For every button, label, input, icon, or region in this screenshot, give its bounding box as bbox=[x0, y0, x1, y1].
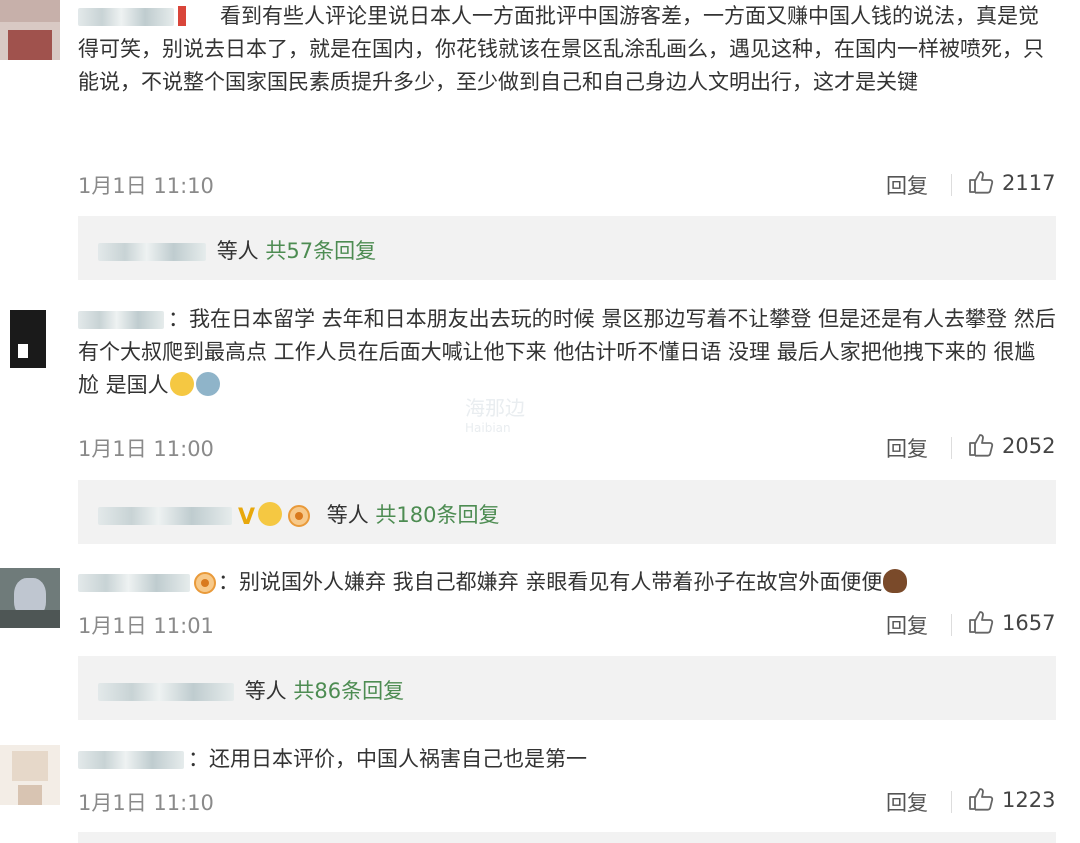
username-blurred[interactable] bbox=[78, 8, 174, 26]
username-blurred[interactable] bbox=[78, 751, 184, 769]
comment-meta: 1月1日 11:10 回复 1223 bbox=[78, 787, 1056, 817]
like-button[interactable]: 1223 bbox=[968, 787, 1055, 812]
user-badge bbox=[178, 6, 186, 26]
poop-emoji bbox=[883, 569, 908, 593]
thumbs-up-icon bbox=[969, 171, 994, 194]
comment-text: ：还用日本评价，中国人祸害自己也是第一 bbox=[188, 747, 587, 771]
reply-button[interactable]: 回复 bbox=[886, 787, 928, 817]
like-count: 2052 bbox=[1002, 434, 1056, 458]
comment-body: ：别说国外人嫌弃 我自己都嫌弃 亲眼看见有人带着孙子在故宫外面便便 bbox=[78, 566, 1056, 599]
reply-thread-partial[interactable] bbox=[78, 832, 1056, 843]
comment-text: 看到有些人评论里说日本人一方面批评中国游客差，一方面又赚中国人钱的说法，真是觉得… bbox=[78, 4, 1044, 94]
heart-eyes-emoji bbox=[258, 502, 283, 526]
avatar[interactable] bbox=[0, 745, 60, 805]
reply-button[interactable]: 回复 bbox=[886, 610, 928, 640]
username-blurred[interactable] bbox=[78, 574, 190, 592]
username-blurred[interactable] bbox=[78, 311, 164, 329]
divider bbox=[951, 614, 952, 636]
like-button[interactable]: 2052 bbox=[968, 433, 1055, 458]
reply-thread[interactable]: V 等人 共180条回复 bbox=[78, 480, 1056, 544]
child-emoji bbox=[195, 372, 220, 396]
v-badge-icon: V bbox=[238, 505, 256, 530]
like-count: 1223 bbox=[1002, 788, 1056, 812]
thumbs-up-icon bbox=[969, 788, 994, 811]
reply-count-link[interactable]: 共180条回复 bbox=[375, 503, 499, 527]
like-count: 1657 bbox=[1002, 611, 1056, 635]
watermark: 海那边 Haibian bbox=[465, 398, 525, 438]
comment-date: 1月1日 11:00 bbox=[78, 437, 214, 461]
thumbs-up-icon bbox=[969, 611, 994, 634]
comment-text: ：我在日本留学 去年和日本朋友出去玩的时候 景区那边写着不让攀登 但是还是有人去… bbox=[78, 307, 1056, 397]
like-button[interactable]: 1657 bbox=[968, 610, 1055, 635]
comment-date: 1月1日 11:10 bbox=[78, 174, 214, 198]
comment-body: ：我在日本留学 去年和日本朋友出去玩的时候 景区那边写着不让攀登 但是还是有人去… bbox=[78, 303, 1056, 402]
avatar[interactable] bbox=[0, 0, 60, 60]
reply-thread[interactable]: 等人 共57条回复 bbox=[78, 216, 1056, 280]
comment-date: 1月1日 11:10 bbox=[78, 791, 214, 815]
comment-meta: 1月1日 11:01 回复 1657 bbox=[78, 610, 1056, 640]
member-badge-icon bbox=[194, 572, 216, 594]
reply-suffix: 等人 bbox=[244, 679, 287, 703]
member-badge-icon bbox=[288, 505, 311, 527]
avatar[interactable] bbox=[0, 568, 60, 628]
reply-usernames-blurred bbox=[98, 507, 232, 525]
divider bbox=[951, 437, 952, 459]
like-button[interactable]: 2117 bbox=[968, 170, 1055, 195]
comment-meta: 1月1日 11:10 回复 2117 bbox=[78, 170, 1056, 200]
reply-count-link[interactable]: 共57条回复 bbox=[265, 239, 376, 263]
comment-body: 看到有些人评论里说日本人一方面批评中国游客差，一方面又赚中国人钱的说法，真是觉得… bbox=[78, 0, 1056, 99]
avatar[interactable] bbox=[0, 308, 60, 368]
thumbs-up-icon bbox=[969, 434, 994, 457]
reply-suffix: 等人 bbox=[216, 239, 259, 263]
laughing-crying-emoji bbox=[169, 372, 194, 396]
reply-count-link[interactable]: 共86条回复 bbox=[293, 679, 404, 703]
comment-text: ：别说国外人嫌弃 我自己都嫌弃 亲眼看见有人带着孙子在故宫外面便便 bbox=[218, 570, 883, 594]
reply-button[interactable]: 回复 bbox=[886, 433, 928, 463]
reply-suffix: 等人 bbox=[326, 503, 369, 527]
reply-usernames-blurred bbox=[98, 243, 206, 261]
divider bbox=[951, 791, 952, 813]
divider bbox=[951, 174, 952, 196]
comment-meta: 1月1日 11:00 回复 2052 bbox=[78, 433, 1056, 463]
reply-usernames-blurred bbox=[98, 683, 234, 701]
comment-body: ：还用日本评价，中国人祸害自己也是第一 bbox=[78, 743, 1056, 776]
reply-button[interactable]: 回复 bbox=[886, 170, 928, 200]
comment-date: 1月1日 11:01 bbox=[78, 614, 214, 638]
reply-thread[interactable]: 等人 共86条回复 bbox=[78, 656, 1056, 720]
like-count: 2117 bbox=[1002, 171, 1056, 195]
